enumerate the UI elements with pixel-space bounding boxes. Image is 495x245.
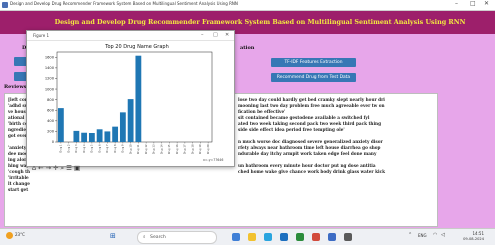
x-tick-label: Drug 4 (83, 144, 86, 153)
bar (127, 99, 134, 142)
close-icon[interactable]: ✕ (484, 0, 489, 7)
python-icon[interactable] (328, 233, 336, 241)
excel-icon[interactable] (296, 233, 304, 241)
x-tick-label: Drug 15 (168, 144, 171, 154)
x-tick-label: Drug 5 (91, 144, 94, 153)
pan-icon[interactable]: ✛ (53, 164, 58, 172)
x-tick-label: Drug 11 (137, 144, 140, 154)
y-tick-label: 400 (47, 119, 55, 123)
y-tick-label: 1600 (45, 55, 55, 59)
store-icon[interactable] (280, 233, 288, 241)
y-tick-label: 600 (47, 108, 55, 112)
y-tick-label: 1000 (45, 87, 55, 91)
clock-time: 14:51 (472, 231, 484, 236)
bar (119, 112, 126, 142)
y-tick-label: 800 (47, 98, 55, 102)
reviews-right-column: lose two day could hardly get bed cramky… (238, 97, 434, 175)
x-tick-label: Drug 19 (199, 144, 202, 154)
x-tick-label: Drug 9 (122, 144, 125, 153)
x-tick-label: Drug 7 (106, 144, 109, 153)
search-placeholder: Search (150, 235, 166, 240)
x-tick-label: Drug 10 (129, 144, 132, 154)
task-view-icon[interactable] (232, 233, 240, 241)
search-icon: ⌕ (143, 235, 146, 240)
search-box[interactable]: ⌕ Search (137, 231, 217, 244)
x-tick-label: Drug 3 (75, 144, 78, 153)
app-icon (2, 2, 8, 8)
tray-chevron-icon[interactable]: ⌃ (408, 232, 412, 238)
wifi-icon[interactable]: ◠ (433, 232, 437, 238)
page-title: Design and Develop Drug Recommender Fram… (54, 18, 466, 26)
bar-chart: 0 200 400 600 800 1000 1200 1400 1600 Drug 1 Drug … (45, 51, 213, 154)
x-tick-label: Drug 12 (145, 144, 148, 154)
x-tick-label: Drug 1 (60, 144, 63, 153)
forward-icon[interactable]: → (46, 164, 51, 172)
x-tick-label: Drug 16 (176, 144, 179, 154)
bar (57, 108, 64, 142)
volume-icon[interactable]: ◁ (441, 232, 445, 238)
terminal-icon[interactable] (344, 233, 352, 241)
section-label: ation (240, 45, 255, 51)
tfidf-button[interactable]: TF-IDF Features Extraction (271, 58, 356, 67)
x-tick-label: Drug 13 (153, 144, 156, 154)
x-tick-label: Drug 2 (67, 144, 70, 153)
coords-readout: x=-y=77646 (203, 158, 224, 162)
x-tick-label: Drug 14 (160, 144, 163, 154)
weather-icon[interactable] (6, 232, 13, 239)
window-titlebar: Design and Develop Drug Recommender Fram… (0, 0, 495, 11)
figure-toolbar: ⌂ ← → ✛ ⌕ ☰ ▣ (32, 155, 82, 174)
chrome-icon[interactable] (312, 233, 320, 241)
back-icon[interactable]: ← (38, 164, 43, 172)
y-tick-label: 200 (47, 130, 55, 134)
bar (96, 129, 103, 142)
recommend-button[interactable]: Recommend Drug from Test Data (271, 73, 356, 82)
clock-date: 09-08-2024 (463, 237, 484, 241)
file-explorer-icon[interactable] (248, 233, 256, 241)
bar (81, 132, 88, 142)
taskbar: 23°C ⊞ ⌕ Search ⌃ ENG ◠ ◁ 14:51 09-08-20… (0, 228, 495, 245)
maximize-icon[interactable]: □ (470, 0, 476, 7)
zoom-icon[interactable]: ⌕ (61, 164, 65, 172)
save-icon[interactable]: ▣ (74, 164, 80, 172)
x-tick-label: Drug 8 (114, 144, 117, 153)
left-line: start get (8, 187, 29, 192)
bar (135, 55, 142, 142)
language-indicator: ENG (418, 233, 427, 238)
right-line: ched home wake give chance work body dri… (238, 169, 386, 174)
x-tick-label: Drug 6 (98, 144, 101, 153)
bar (112, 126, 119, 142)
y-tick-label: 1400 (45, 66, 55, 70)
weather-text: 23°C (15, 232, 25, 237)
x-tick-label: Drug 17 (184, 144, 187, 154)
x-tick-label: Drug 20 (207, 144, 210, 154)
bar (88, 133, 95, 142)
y-tick-label: 1200 (45, 77, 55, 81)
plot-area (56, 51, 213, 143)
home-icon[interactable]: ⌂ (32, 164, 36, 172)
bar (104, 131, 111, 142)
figure-window[interactable]: Figure 1 – □ ✕ Top 20 Drug Name Graph 02… (26, 30, 235, 172)
edge-icon[interactable] (264, 233, 272, 241)
minimize-icon[interactable]: – (455, 0, 458, 7)
configure-icon[interactable]: ☰ (66, 164, 72, 172)
y-tick-label: 0 (52, 140, 55, 144)
bar (73, 130, 80, 142)
window-title: Design and Develop Drug Recommender Fram… (10, 1, 238, 6)
start-icon[interactable]: ⊞ (110, 232, 116, 240)
x-tick-label: Drug 18 (191, 144, 194, 154)
